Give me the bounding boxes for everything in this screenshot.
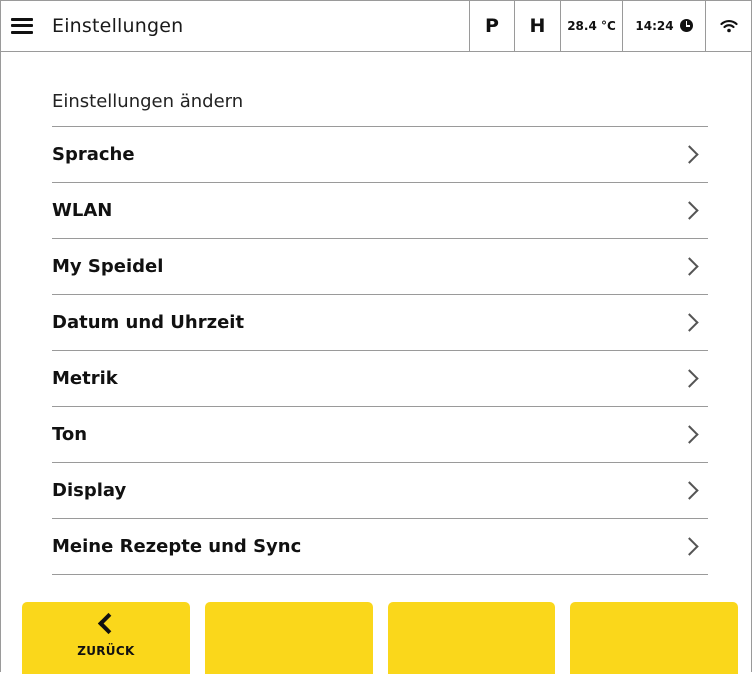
settings-item-label: WLAN [52,200,113,221]
settings-item-display[interactable]: Display [52,463,708,519]
bottom-button-bar: ZURÜCK [22,602,738,674]
settings-item-label: Display [52,480,127,501]
settings-item-metrik[interactable]: Metrik [52,351,708,407]
settings-item-my-speidel[interactable]: My Speidel [52,239,708,295]
clock-icon [679,19,693,32]
soft-button-4[interactable] [570,602,738,674]
menu-button[interactable] [0,0,52,51]
section-heading: Einstellungen ändern [52,53,708,127]
settings-item-rezepte-sync[interactable]: Meine Rezepte und Sync [52,519,708,575]
wifi-status[interactable] [705,0,751,51]
temperature-readout: 28.4 °C [560,0,622,51]
soft-button-3[interactable] [387,602,556,674]
settings-list: Sprache WLAN My Speidel Datum und Uhrzei… [52,127,708,575]
settings-item-label: My Speidel [52,256,164,277]
time-text: 14:24 [635,18,674,33]
chevron-right-icon [680,537,699,556]
settings-item-label: Metrik [52,368,118,389]
settings-item-sprache[interactable]: Sprache [52,127,708,183]
settings-item-datum-uhrzeit[interactable]: Datum und Uhrzeit [52,295,708,351]
back-button-label: ZURÜCK [77,644,135,658]
chevron-right-icon [680,369,699,388]
top-bar: Einstellungen P H 28.4 °C 14:24 [0,0,751,52]
time-display: 14:24 [622,0,705,51]
chevron-right-icon [680,201,699,220]
chevron-right-icon [680,425,699,444]
chevron-right-icon [680,481,699,500]
settings-item-label: Ton [52,424,88,445]
status-h-indicator: H [514,0,560,51]
chevron-left-icon [98,612,120,635]
settings-item-label: Sprache [52,144,135,165]
hamburger-menu-icon [11,17,33,34]
wifi-icon [719,19,738,32]
page-title: Einstellungen [52,14,184,37]
chevron-right-icon [680,145,699,164]
status-p-indicator: P [469,0,514,51]
settings-item-label: Meine Rezepte und Sync [52,536,302,557]
settings-item-wlan[interactable]: WLAN [52,183,708,239]
settings-item-label: Datum und Uhrzeit [52,312,245,333]
chevron-right-icon [680,257,699,276]
settings-item-ton[interactable]: Ton [52,407,708,463]
soft-button-2[interactable] [204,602,373,674]
back-button[interactable]: ZURÜCK [22,602,190,674]
chevron-right-icon [680,313,699,332]
settings-content: Einstellungen ändern Sprache WLAN My Spe… [52,53,708,575]
